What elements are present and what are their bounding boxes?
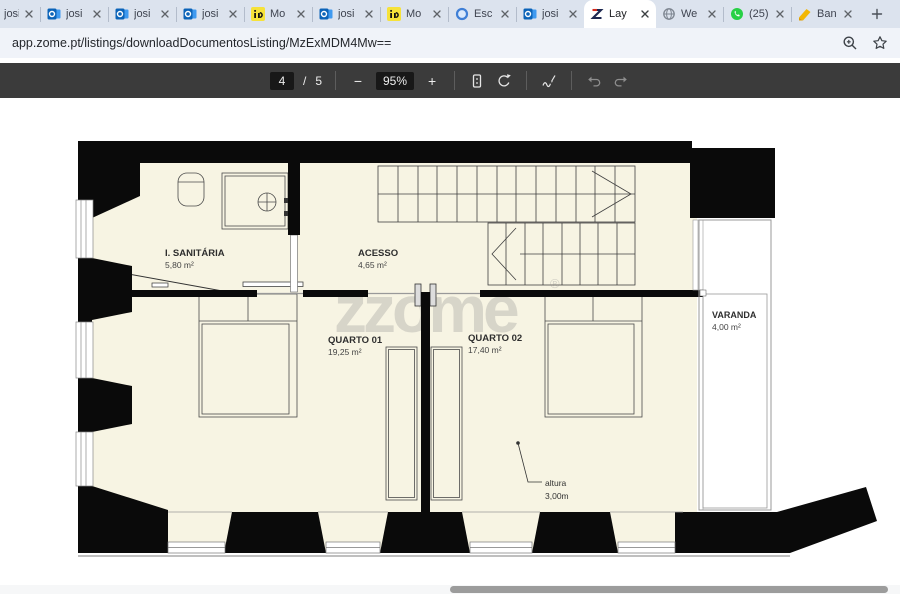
redo-icon[interactable] (612, 72, 630, 90)
close-icon[interactable] (707, 9, 717, 19)
zoom-page-icon[interactable] (842, 35, 858, 51)
room-label-varanda: VARANDA (712, 310, 757, 320)
yellow-ribbon-icon (798, 7, 812, 21)
outlook-icon (115, 7, 129, 21)
page-separator: / (303, 74, 306, 88)
tab-label: josi (338, 8, 359, 20)
close-icon[interactable] (24, 9, 34, 19)
close-icon[interactable] (160, 9, 170, 19)
tab-josi-8[interactable]: josi (517, 0, 584, 28)
new-tab-button[interactable] (865, 2, 889, 26)
toolbar-divider (335, 71, 336, 90)
tab-josi-5[interactable]: josi (313, 0, 380, 28)
outlook-icon (47, 7, 61, 21)
close-icon[interactable] (500, 9, 510, 19)
tab-label: (25) (749, 8, 770, 20)
zome-logo-icon (590, 7, 604, 21)
tab-label: Mo (406, 8, 427, 20)
browser-tab-bar: josi josi josi josi Mo josi Mo E (0, 0, 900, 28)
close-icon[interactable] (843, 9, 853, 19)
horizontal-scrollbar-thumb[interactable] (450, 586, 888, 593)
id-icon (387, 7, 401, 21)
close-icon[interactable] (228, 9, 238, 19)
room-area-acesso: 4,65 m² (358, 260, 387, 270)
close-icon[interactable] (775, 9, 785, 19)
id-icon (251, 7, 265, 21)
blue-circle-icon (455, 7, 469, 21)
close-icon[interactable] (364, 9, 374, 19)
close-icon[interactable] (92, 9, 102, 19)
page-total: 5 (315, 74, 322, 88)
tab-label: josi (4, 8, 19, 20)
close-icon[interactable] (568, 9, 578, 19)
bookmark-star-icon[interactable] (872, 35, 888, 51)
tab-label: We (681, 8, 702, 20)
room-label-quarto02: QUARTO 02 (468, 333, 522, 344)
undo-icon[interactable] (585, 72, 603, 90)
plus-icon (871, 8, 883, 20)
tab-label: josi (542, 8, 563, 20)
tab-label: Esc (474, 8, 495, 20)
room-area-sanitaria: 5,80 m² (165, 260, 194, 270)
tab-label: josi (66, 8, 87, 20)
outlook-icon (523, 7, 537, 21)
tab-josi-0[interactable]: josi (0, 0, 40, 28)
whatsapp-icon (730, 7, 744, 21)
fit-to-page-icon[interactable] (468, 72, 486, 90)
tab-label: josi (134, 8, 155, 20)
tab-josi-2[interactable]: josi (109, 0, 176, 28)
tab-label: josi (202, 8, 223, 20)
browser-address-bar: app.zome.pt/listings/downloadDocumentosL… (0, 28, 900, 58)
tab-bank-12[interactable]: Ban (792, 0, 859, 28)
tab-mo-4[interactable]: Mo (245, 0, 312, 28)
zoom-out-button[interactable]: − (349, 72, 367, 90)
url-text[interactable]: app.zome.pt/listings/downloadDocumentosL… (12, 36, 828, 50)
outlook-icon (183, 7, 197, 21)
tab-whatsapp-11[interactable]: (25) (724, 0, 791, 28)
room-area-quarto02: 17,40 m² (468, 345, 502, 355)
annotation-value: 3,00m (545, 491, 569, 501)
tab-layout-active[interactable]: Lay (584, 0, 656, 28)
zoom-in-button[interactable]: + (423, 72, 441, 90)
tab-josi-1[interactable]: josi (41, 0, 108, 28)
watermark-registered-mark: ® (550, 276, 560, 291)
tab-web-10[interactable]: We (656, 0, 723, 28)
room-label-quarto01: QUARTO 01 (328, 335, 383, 346)
close-icon[interactable] (640, 9, 650, 19)
toolbar-divider (454, 71, 455, 90)
close-icon[interactable] (432, 9, 442, 19)
zoom-level-input[interactable]: 95% (376, 72, 414, 90)
room-label-acesso: ACESSO (358, 248, 398, 259)
toolbar-divider (526, 71, 527, 90)
rotate-icon[interactable] (495, 72, 513, 90)
tab-label: Lay (609, 8, 635, 20)
toolbar-divider (571, 71, 572, 90)
page-number-input[interactable]: 4 (270, 72, 294, 90)
room-area-varanda: 4,00 m² (712, 322, 741, 332)
tab-esc-7[interactable]: Esc (449, 0, 516, 28)
outlook-icon (319, 7, 333, 21)
left-windows (76, 200, 93, 486)
tab-josi-3[interactable]: josi (177, 0, 244, 28)
room-label-sanitaria: I. SANITÁRIA (165, 248, 225, 259)
tab-label: Ban (817, 8, 838, 20)
floor-plan-svg: zzome ® (0, 98, 900, 597)
tab-label: Mo (270, 8, 291, 20)
room-area-quarto01: 19,25 m² (328, 347, 362, 357)
pdf-toolbar: 4 / 5 − 95% + (0, 63, 900, 98)
tab-mo-6[interactable]: Mo (381, 0, 448, 28)
pdf-page: zzome ® (0, 98, 900, 597)
annotation-label: altura (545, 478, 567, 488)
globe-icon (662, 7, 676, 21)
ink-annotation-icon[interactable] (540, 72, 558, 90)
close-icon[interactable] (296, 9, 306, 19)
